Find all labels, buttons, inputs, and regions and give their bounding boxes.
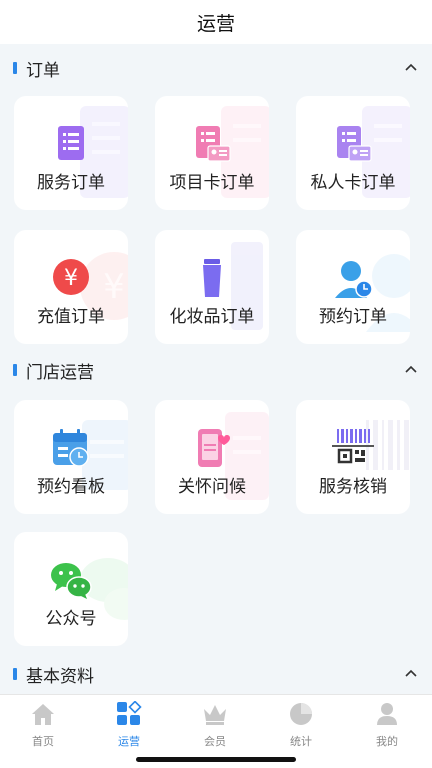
card-label: 关怀问候 — [178, 477, 246, 497]
card-care-greeting[interactable]: 关怀问候 — [155, 400, 269, 514]
card-recharge-order[interactable]: ¥ ¥ 充值订单 — [14, 230, 128, 344]
card-cosmetic-order[interactable]: 化妆品订单 — [155, 230, 269, 344]
section-title-orders: 订单 — [26, 60, 60, 81]
card-label: 服务核销 — [319, 477, 387, 497]
tab-operations[interactable]: 运营 — [86, 701, 172, 748]
tab-label: 统计 — [290, 735, 312, 748]
grid-diamond-icon — [117, 701, 142, 725]
card-appointment-order[interactable]: 预约订单 — [296, 230, 410, 344]
card-service-verify[interactable]: 服务核销 — [296, 400, 410, 514]
service-order-icon — [58, 126, 84, 160]
card-label: 预约看板 — [37, 477, 105, 497]
card-label: 服务订单 — [37, 173, 105, 193]
tab-label: 首页 — [32, 735, 54, 748]
page-title: 运营 — [196, 12, 235, 35]
svg-text:¥: ¥ — [103, 267, 125, 307]
svg-text:¥: ¥ — [64, 266, 78, 291]
tab-label: 运营 — [118, 735, 140, 748]
person-icon — [377, 703, 397, 725]
card-appointment-board[interactable]: 预约看板 — [14, 400, 128, 514]
tab-home[interactable]: 首页 — [0, 701, 86, 748]
section-header-orders[interactable]: 订单 — [0, 48, 432, 88]
main-content[interactable]: 订单 服务订单 项目卡订单 私人卡订单 ¥ ¥ 充值订单 化妆品订单 预约订单 … — [0, 44, 432, 694]
section-header-store[interactable]: 门店运营 — [0, 350, 432, 390]
card-project-card-order[interactable]: 项目卡订单 — [155, 96, 269, 210]
yen-coin-icon: ¥ — [53, 259, 89, 295]
top-bar: 运营 — [0, 0, 432, 44]
tab-label: 我的 — [376, 735, 398, 748]
pie-icon — [290, 703, 312, 725]
section-marker — [13, 668, 17, 680]
private-card-icon — [337, 126, 372, 162]
chevron-up-icon[interactable] — [404, 61, 418, 75]
tab-mine[interactable]: 我的 — [344, 701, 430, 748]
crown-icon — [204, 705, 226, 725]
section-header-basic[interactable]: 基本资料 — [0, 654, 432, 694]
home-indicator — [136, 757, 296, 762]
barcode-icon — [332, 429, 374, 464]
cosmetic-tube-icon — [203, 259, 221, 297]
chevron-up-icon[interactable] — [404, 667, 418, 681]
tab-statistics[interactable]: 统计 — [258, 701, 344, 748]
chevron-up-icon[interactable] — [404, 363, 418, 377]
tab-label: 会员 — [204, 735, 226, 748]
card-private-card-order[interactable]: 私人卡订单 — [296, 96, 410, 210]
section-title-basic: 基本资料 — [26, 666, 94, 687]
card-label: 化妆品订单 — [169, 307, 255, 327]
tab-members[interactable]: 会员 — [172, 701, 258, 748]
appointment-person-icon — [335, 261, 373, 298]
section-marker — [13, 62, 17, 74]
wechat-icon — [51, 563, 92, 599]
phone-heart-icon — [198, 429, 230, 467]
home-icon — [32, 704, 54, 725]
calendar-board-icon — [53, 429, 89, 467]
project-card-icon — [196, 126, 231, 162]
section-title-store: 门店运营 — [26, 362, 94, 383]
card-label: 预约订单 — [319, 307, 387, 327]
card-label: 私人卡订单 — [310, 173, 396, 193]
card-official-account[interactable]: 公众号 — [14, 532, 128, 646]
card-label: 项目卡订单 — [169, 173, 255, 193]
section-marker — [13, 364, 17, 376]
card-label: 公众号 — [45, 609, 97, 629]
card-service-order[interactable]: 服务订单 — [14, 96, 128, 210]
card-label: 充值订单 — [37, 307, 105, 327]
